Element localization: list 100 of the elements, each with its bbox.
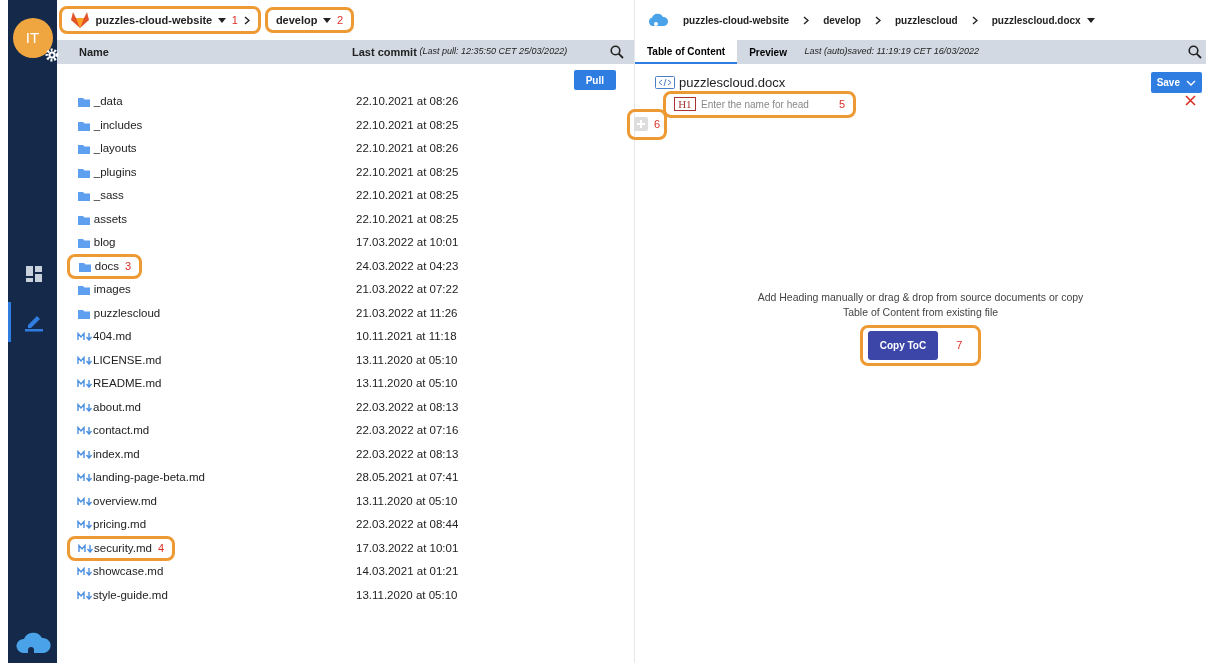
breadcrumb-link[interactable]: puzzlescloud [894,12,958,28]
tab[interactable]: Preview [737,40,799,64]
column-header: Name [79,45,109,58]
copy-toc-button[interactable]: Copy ToC [867,331,939,360]
cloud-icon [647,13,669,27]
caret-icon [217,17,226,23]
markdown-icon [77,473,93,483]
commit-date: 22.03.2022 at 08:13 [356,400,459,413]
dashboard-icon [25,265,43,283]
commit-date: 14.03.2021 at 01:21 [356,565,459,578]
fox-logo-icon [70,11,90,29]
heading-level-badge: H1 [674,97,696,112]
commit-date: 13.11.2020 at 05:10 [356,494,458,507]
commit-date: 17.03.2022 at 10:01 [356,541,459,554]
commit-date: 22.10.2021 at 08:25 [356,189,459,202]
breadcrumb-link[interactable]: develop [823,12,861,28]
column-header: Last commit [352,44,417,60]
commit-date: 22.03.2022 at 07:16 [356,424,459,437]
repo-selector[interactable]: puzzles-cloud-website [95,11,213,29]
callout-number: 2 [336,12,344,28]
caret-icon [1086,17,1095,23]
folder-icon [77,236,91,250]
folder-icon [77,189,91,203]
folder-name[interactable]: _layouts [93,140,137,158]
commit-date: 22.10.2021 at 08:25 [356,118,459,131]
file-name[interactable]: README.md [93,375,162,393]
markdown-icon [77,496,93,506]
commit-date: 22.10.2021 at 08:25 [356,165,459,178]
file-name[interactable]: landing-page-beta.md [93,469,205,487]
file-name[interactable]: overview.md [93,492,157,510]
search-icon [610,45,624,59]
callout-number: 4 [157,541,165,556]
callout-number: 7 [956,338,963,354]
folder-icon [77,95,91,109]
commit-date: 13.11.2020 at 05:10 [356,588,458,601]
code-icon [655,76,675,89]
commit-date: 24.03.2022 at 04:23 [356,259,459,272]
branch-selector[interactable]: develop [275,11,318,29]
folder-name[interactable]: _sass [93,187,124,205]
last-saved-text: Last (auto)saved: 11:19:19 CET 16/03/2022 [804,45,980,59]
file-name[interactable]: LICENSE.md [93,351,162,369]
last-pull-text: (Last pull: 12:35:50 CET 25/03/2022) [419,45,568,59]
markdown-icon [77,332,93,342]
folder-name[interactable]: images [93,281,131,299]
caret-icon [1186,79,1196,86]
commit-date: 13.11.2020 at 05:10 [356,353,458,366]
commit-date: 22.03.2022 at 08:44 [356,518,459,531]
pull-button[interactable]: Pull [573,70,616,90]
save-button[interactable]: Save [1150,72,1202,93]
markdown-icon [77,449,93,459]
markdown-icon [77,426,93,436]
callout-number: 6 [654,117,661,132]
breadcrumb-link[interactable]: puzzles-cloud-website [683,12,790,28]
commit-date: 17.03.2022 at 10:01 [356,236,459,249]
file-name[interactable]: index.md [93,445,140,463]
markdown-icon [77,567,93,577]
commit-date: 10.11.2021 at 11:18 [356,330,457,343]
chevron-icon [971,15,978,25]
folder-name[interactable]: puzzlescloud [93,304,161,322]
markdown-icon [78,543,94,553]
folder-icon [77,142,91,156]
markdown-icon [77,402,93,412]
callout-number: 1 [231,12,238,28]
commit-date: 22.10.2021 at 08:26 [356,95,459,108]
commit-date: 21.03.2022 at 11:26 [356,306,458,319]
caret-icon [322,17,331,23]
chevron-icon [874,15,881,25]
callout-number: 5 [839,97,846,112]
markdown-icon [77,355,93,365]
markdown-icon [77,520,93,530]
chevron-icon [803,15,810,25]
folder-name[interactable]: _includes [93,116,143,134]
document-name: puzzlescloud.docx [679,73,786,92]
folder-name[interactable]: docs [94,257,120,275]
tab[interactable]: Table of Content [635,40,738,64]
empty-state-message: Add Heading manually or drag & drop from source documents or copy Table of Content from existing file [756,289,1085,321]
close-icon[interactable] [1185,95,1196,106]
folder-icon [77,283,91,297]
commit-date: 22.03.2022 at 08:13 [356,447,459,460]
file-name[interactable]: 404.md [93,328,132,346]
chevron-icon [243,15,250,25]
file-name[interactable]: style-guide.md [93,586,168,604]
markdown-icon [77,590,93,600]
commit-date: 13.11.2020 at 05:10 [356,377,458,390]
commit-date: 22.10.2021 at 08:25 [356,212,459,225]
file-name[interactable]: security.md [94,539,152,557]
folder-name[interactable]: _data [93,93,123,111]
folder-name[interactable]: _plugins [93,163,137,181]
breadcrumb-link[interactable]: puzzlescloud.docx [991,12,1081,28]
file-name[interactable]: contact.md [93,422,150,440]
commit-date: 21.03.2022 at 07:22 [356,283,459,296]
markdown-icon [77,379,93,389]
add-icon [634,117,648,132]
file-name[interactable]: pricing.md [93,516,147,534]
folder-name[interactable]: assets [93,210,127,228]
search-icon [1188,45,1202,59]
folder-name[interactable]: blog [93,234,116,252]
file-name[interactable]: showcase.md [93,563,164,581]
commit-date: 28.05.2021 at 07:41 [356,471,459,484]
file-name[interactable]: about.md [93,398,141,416]
